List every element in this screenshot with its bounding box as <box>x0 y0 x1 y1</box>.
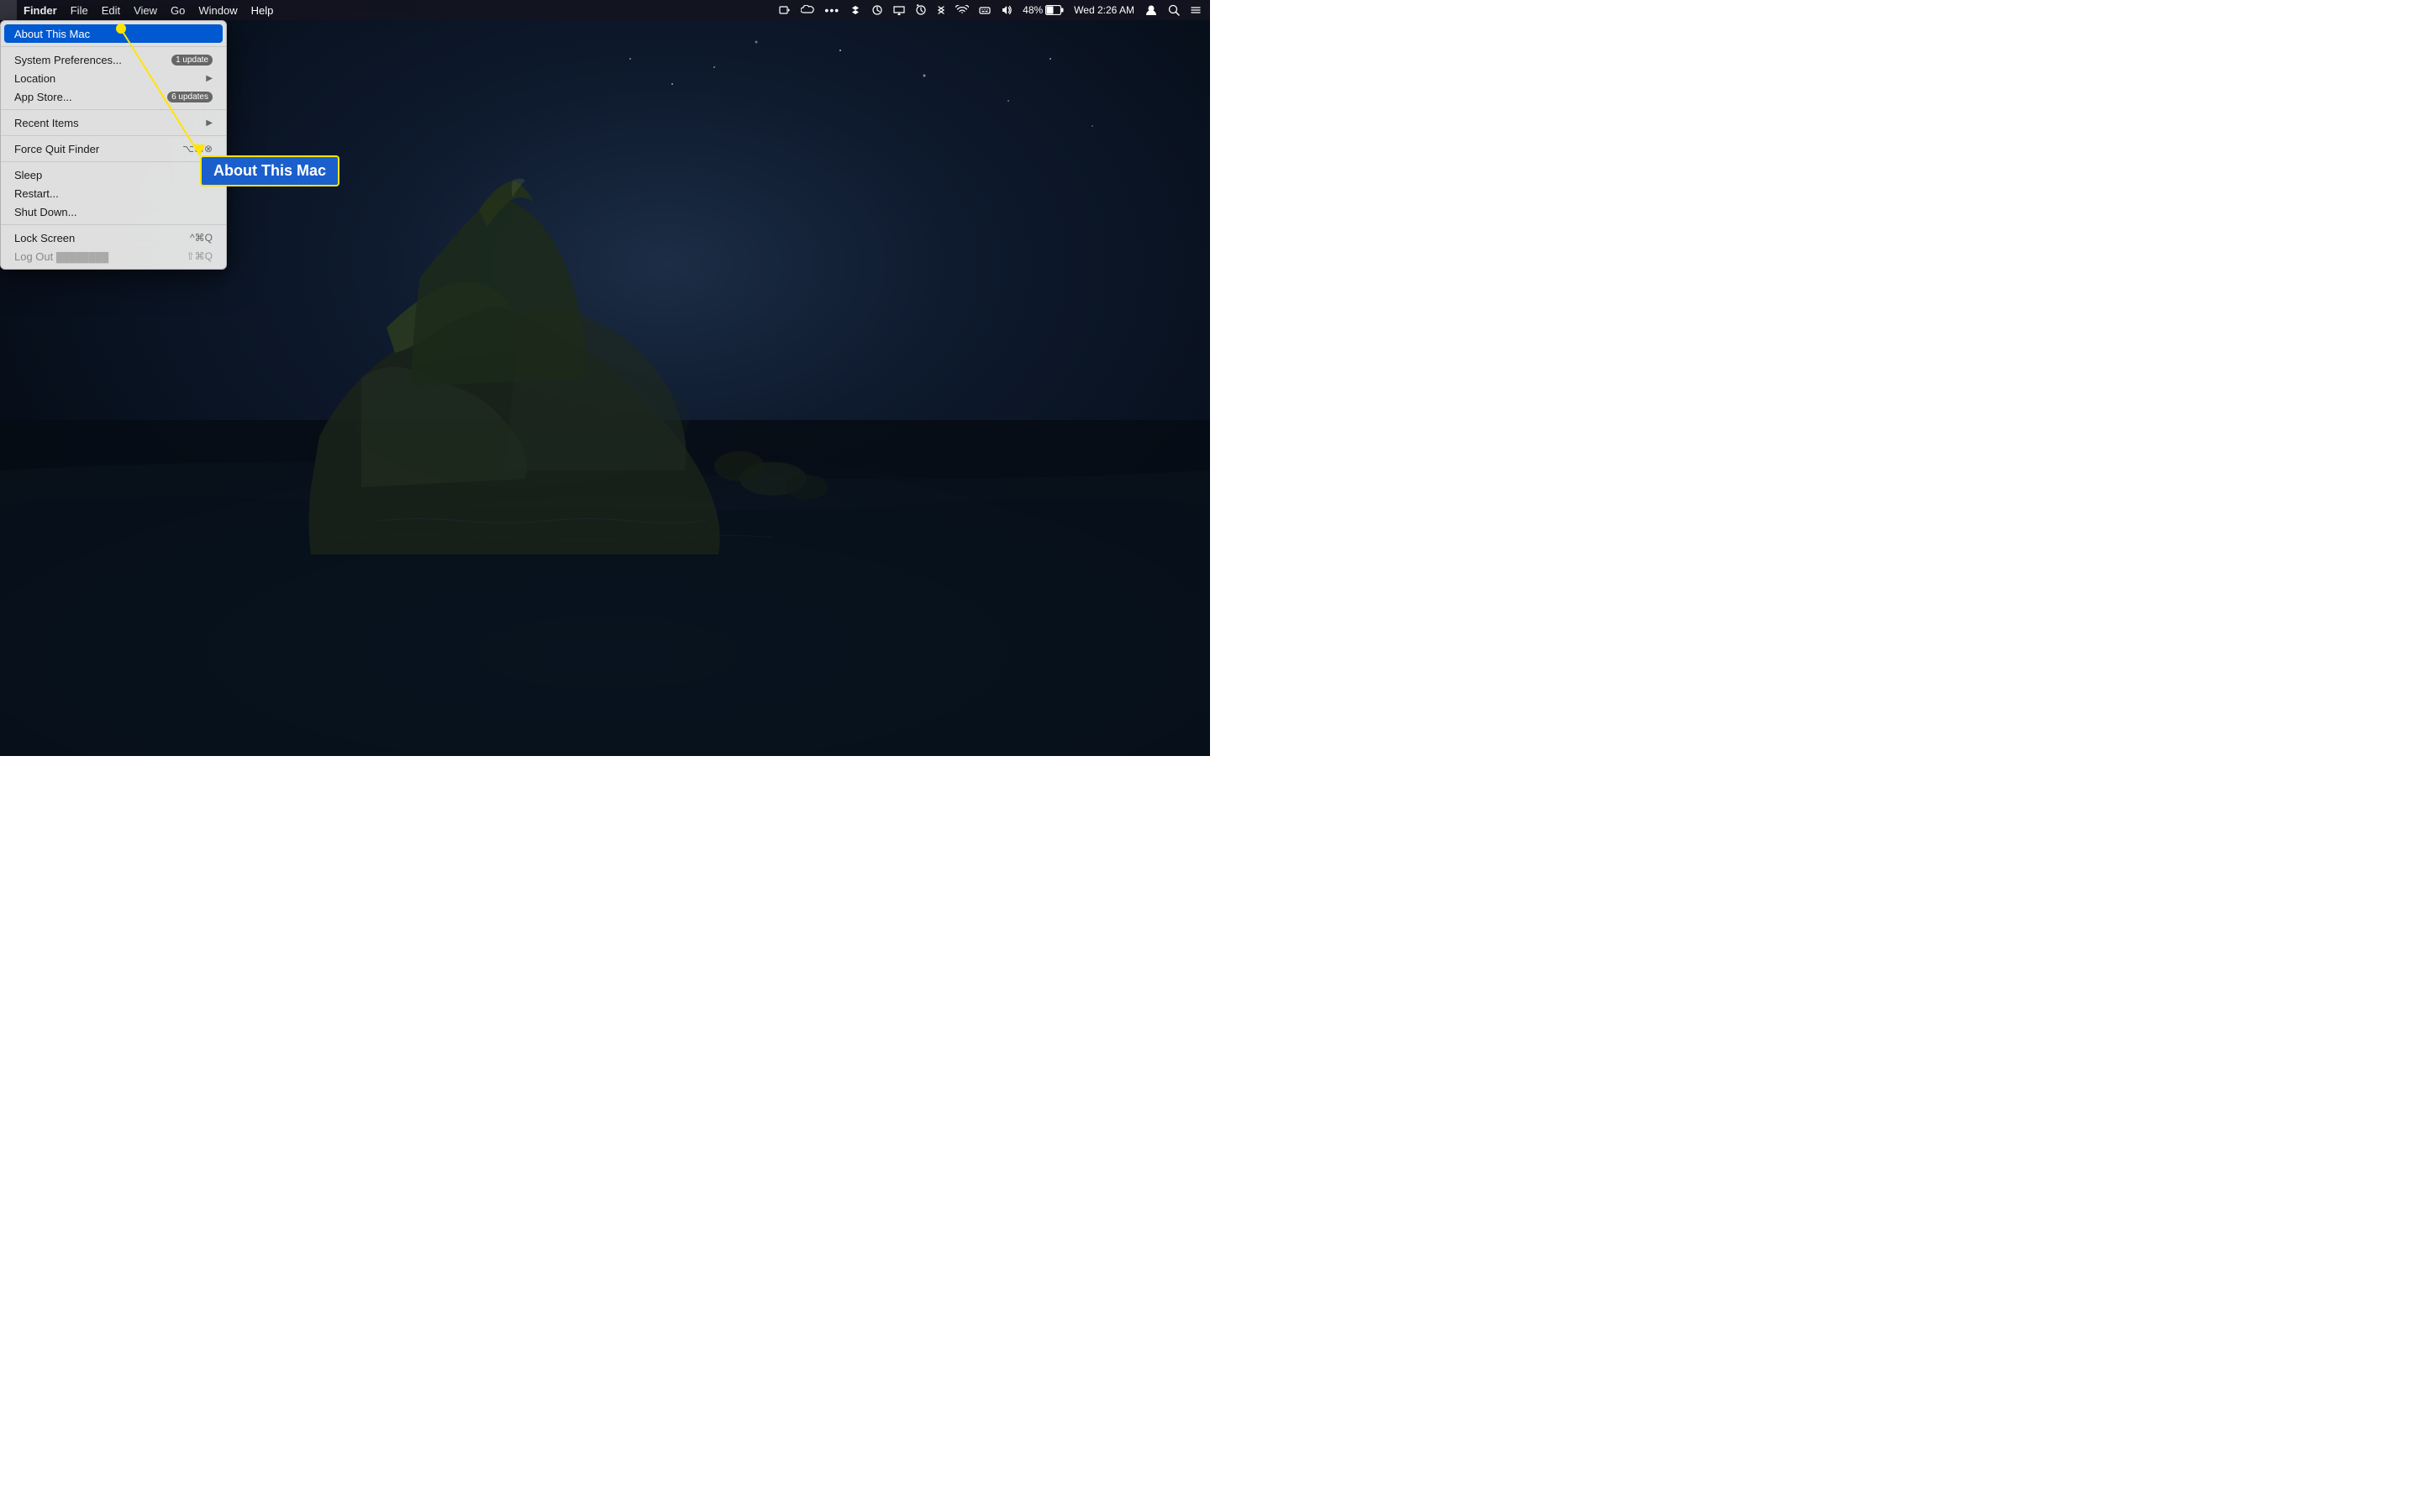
menu-item-about[interactable]: About This Mac <box>4 24 223 43</box>
menubar-file[interactable]: File <box>64 0 95 20</box>
app-store-badge: 6 updates <box>167 92 213 102</box>
spotlight-icon[interactable] <box>1165 0 1183 20</box>
menu-separator-4 <box>1 161 226 162</box>
menu-item-force-quit-label: Force Quit Finder <box>14 143 99 155</box>
time-machine-icon[interactable] <box>912 0 930 20</box>
lock-screen-shortcut: ^⌘Q <box>190 232 213 244</box>
menu-item-system-prefs-label: System Preferences... <box>14 54 122 66</box>
menu-item-shutdown-label: Shut Down... <box>14 206 76 218</box>
menubar-help[interactable]: Help <box>245 0 281 20</box>
screen-recording-icon[interactable] <box>776 0 794 20</box>
menu-item-app-store-label: App Store... <box>14 91 72 103</box>
menu-item-restart-label: Restart... <box>14 187 59 200</box>
datetime-label[interactable]: Wed 2:26 AM <box>1071 0 1138 20</box>
annotation-dot <box>116 24 126 34</box>
annotation-label: About This Mac <box>213 162 326 179</box>
log-out-shortcut: ⇧⌘Q <box>187 250 213 262</box>
user-icon[interactable] <box>1141 0 1161 20</box>
menu-item-restart[interactable]: Restart... <box>1 184 226 202</box>
desktop: Finder File Edit View Go Window Help ••• <box>0 0 1210 756</box>
dropbox-icon[interactable] <box>846 0 865 20</box>
battery-percent-label: 48% <box>1023 4 1043 16</box>
menu-separator-1 <box>1 46 226 47</box>
menu-item-lock-screen[interactable]: Lock Screen ^⌘Q <box>1 228 226 247</box>
menubar: Finder File Edit View Go Window Help ••• <box>0 0 1210 20</box>
menubar-finder[interactable]: Finder <box>17 0 64 20</box>
bluetooth-icon[interactable] <box>934 0 949 20</box>
airplay-icon[interactable] <box>890 0 908 20</box>
menubar-go[interactable]: Go <box>164 0 192 20</box>
annotation-box: About This Mac <box>200 155 339 186</box>
menu-item-system-prefs[interactable]: System Preferences... 1 update <box>1 50 226 69</box>
menubar-right: ••• <box>776 0 1210 20</box>
menubar-view[interactable]: View <box>127 0 164 20</box>
menu-separator-2 <box>1 109 226 110</box>
menu-item-log-out[interactable]: Log Out ████████ ⇧⌘Q <box>1 247 226 265</box>
flux-icon[interactable] <box>868 0 886 20</box>
menu-item-sleep[interactable]: Sleep <box>1 165 226 184</box>
battery-container[interactable]: 48% <box>1019 0 1067 20</box>
menu-item-location-label: Location <box>14 72 55 85</box>
menu-item-location[interactable]: Location ▶ <box>1 69 226 87</box>
menu-item-force-quit[interactable]: Force Quit Finder ⌥⌘⊗ <box>1 139 226 158</box>
keyboard-brightness-icon[interactable] <box>976 0 994 20</box>
wifi-icon[interactable] <box>952 0 972 20</box>
apple-menu-dropdown: About This Mac System Preferences... 1 u… <box>0 20 227 270</box>
menu-item-about-label: About This Mac <box>14 28 90 40</box>
force-quit-shortcut: ⌥⌘⊗ <box>182 143 213 155</box>
menu-item-recent-items[interactable]: Recent Items ▶ <box>1 113 226 132</box>
location-submenu-arrow: ▶ <box>206 74 213 83</box>
menu-item-shutdown[interactable]: Shut Down... <box>1 202 226 221</box>
menu-item-sleep-label: Sleep <box>14 169 42 181</box>
menu-item-lock-screen-label: Lock Screen <box>14 232 75 244</box>
system-prefs-badge: 1 update <box>171 55 213 66</box>
menu-item-app-store[interactable]: App Store... 6 updates <box>1 87 226 106</box>
menubar-edit[interactable]: Edit <box>95 0 127 20</box>
icloud-icon[interactable] <box>797 0 818 20</box>
apple-menu-trigger[interactable] <box>0 0 17 20</box>
menu-separator-5 <box>1 224 226 225</box>
volume-icon[interactable] <box>997 0 1016 20</box>
menu-item-recent-items-label: Recent Items <box>14 117 79 129</box>
recent-items-submenu-arrow: ▶ <box>206 118 213 128</box>
more-icon[interactable]: ••• <box>821 0 843 20</box>
menu-separator-3 <box>1 135 226 136</box>
menubar-window[interactable]: Window <box>192 0 244 20</box>
notification-center-icon[interactable] <box>1186 0 1205 20</box>
menu-item-log-out-label: Log Out ████████ <box>14 250 108 263</box>
date-time: Wed 2:26 AM <box>1074 4 1134 16</box>
menubar-left: Finder File Edit View Go Window Help <box>0 0 280 20</box>
